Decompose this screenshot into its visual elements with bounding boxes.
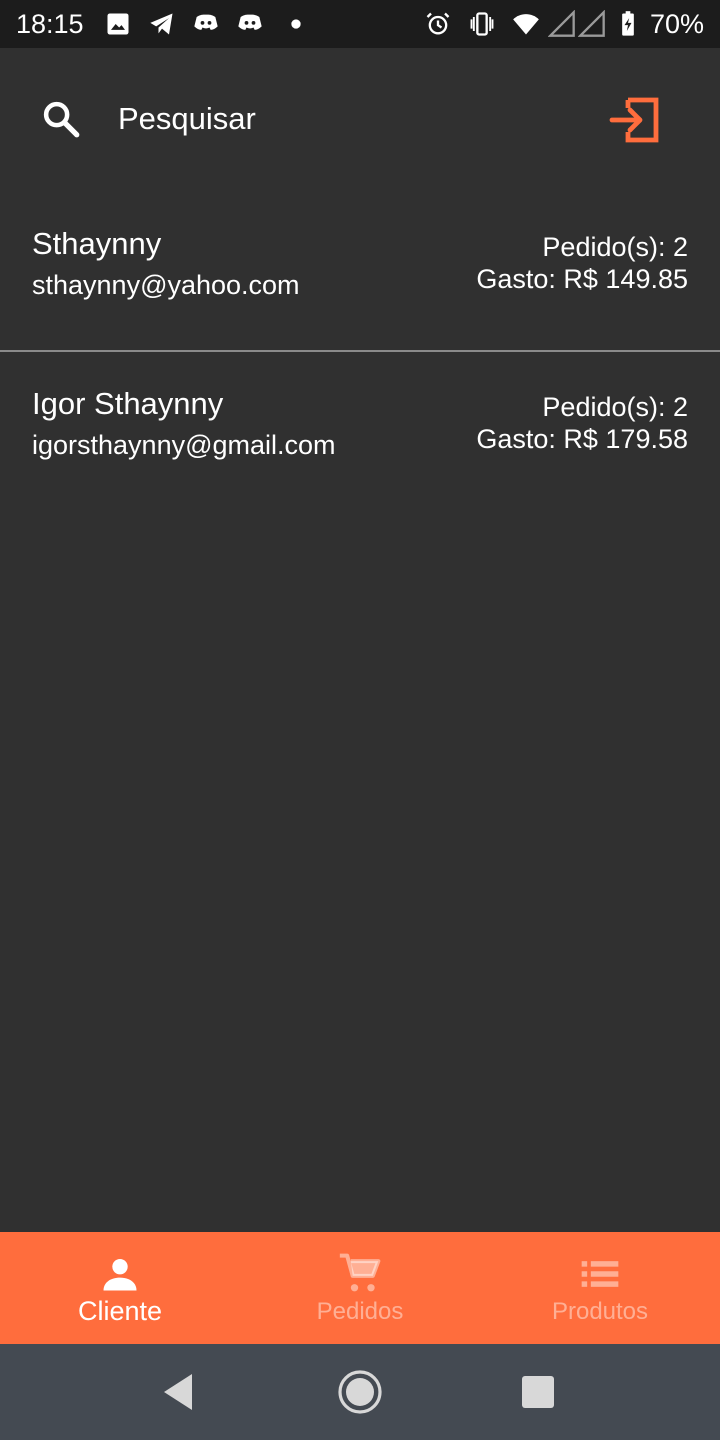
signal-icon xyxy=(578,10,606,38)
client-email: sthaynny@yahoo.com xyxy=(32,270,300,300)
client-email: igorsthaynny@gmail.com xyxy=(32,430,336,460)
back-icon[interactable] xyxy=(156,1368,204,1416)
wifi-icon xyxy=(512,10,540,38)
system-navigation-bar xyxy=(0,1344,720,1440)
recents-icon[interactable] xyxy=(514,1368,562,1416)
logout-icon xyxy=(609,97,659,143)
status-bar: 18:15 70% xyxy=(0,0,720,48)
client-amount-spent: Gasto: R$ 149.85 xyxy=(476,264,688,294)
dot-icon xyxy=(282,10,310,38)
home-icon[interactable] xyxy=(336,1368,384,1416)
client-list: Sthaynny sthaynny@yahoo.com Pedido(s): 2… xyxy=(0,192,720,512)
tab-cliente[interactable]: Cliente xyxy=(0,1232,240,1344)
client-orders-count: Pedido(s): 2 xyxy=(542,392,688,422)
search-input[interactable] xyxy=(118,94,558,144)
client-amount-spent: Gasto: R$ 179.58 xyxy=(476,424,688,454)
logout-button[interactable] xyxy=(604,96,662,144)
telegram-icon xyxy=(148,10,176,38)
tab-produtos-label: Produtos xyxy=(551,1298,649,1325)
client-list-item[interactable]: Igor Sthaynny igorsthaynny@gmail.com Ped… xyxy=(0,352,720,512)
client-name: Igor Sthaynny xyxy=(32,386,224,421)
search-bar xyxy=(0,48,720,192)
alarm-icon xyxy=(424,10,452,38)
client-list-item[interactable]: Sthaynny sthaynny@yahoo.com Pedido(s): 2… xyxy=(0,192,720,352)
battery-charging-icon xyxy=(614,10,642,38)
client-name: Sthaynny xyxy=(32,226,162,261)
list-icon xyxy=(578,1252,622,1296)
battery-percent: 70% xyxy=(649,9,704,39)
app-screen: 18:15 70% Pesquisar Sthaynny sthaynny@ya… xyxy=(0,0,720,1440)
tab-produtos[interactable]: Produtos xyxy=(480,1232,720,1344)
person-icon xyxy=(98,1252,142,1296)
image-icon xyxy=(104,10,132,38)
client-orders-count: Pedido(s): 2 xyxy=(542,232,688,262)
search-icon[interactable] xyxy=(40,98,82,140)
discord-icon xyxy=(192,10,220,38)
discord-icon xyxy=(236,10,264,38)
tab-pedidos-label: Pedidos xyxy=(316,1298,404,1325)
tab-cliente-label: Cliente xyxy=(77,1296,163,1326)
bottom-navigation: Cliente Pedidos Produtos xyxy=(0,1232,720,1344)
vibrate-icon xyxy=(468,10,496,38)
cart-icon xyxy=(338,1252,382,1296)
signal-icon xyxy=(548,10,576,38)
status-time: 18:15 xyxy=(16,9,84,39)
tab-pedidos[interactable]: Pedidos xyxy=(240,1232,480,1344)
